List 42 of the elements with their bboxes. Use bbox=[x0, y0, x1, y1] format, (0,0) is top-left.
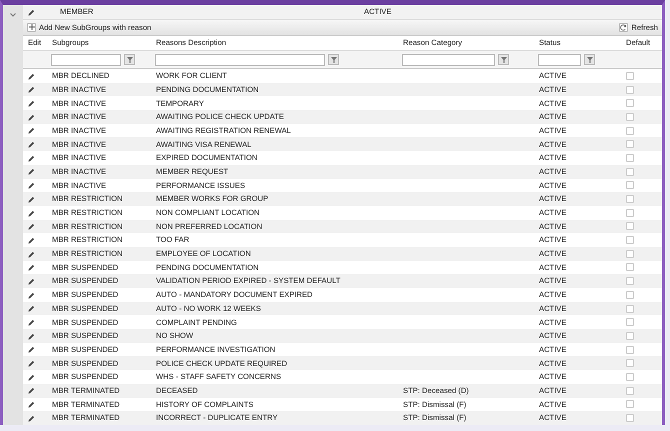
collapse-chevron-icon[interactable] bbox=[10, 13, 16, 17]
default-checkbox[interactable] bbox=[626, 168, 634, 176]
default-checkbox[interactable] bbox=[626, 195, 634, 204]
default-checkbox[interactable] bbox=[626, 222, 634, 230]
default-checkbox[interactable] bbox=[626, 414, 634, 422]
default-checkbox[interactable] bbox=[626, 277, 634, 286]
default-checkbox[interactable] bbox=[626, 290, 634, 299]
default-checkbox[interactable] bbox=[626, 372, 634, 381]
default-checkbox[interactable] bbox=[626, 346, 634, 354]
default-checkbox[interactable] bbox=[626, 181, 634, 190]
default-checkbox[interactable] bbox=[626, 154, 634, 162]
filter-button[interactable] bbox=[124, 54, 135, 65]
default-checkbox[interactable] bbox=[626, 250, 634, 258]
default-checkbox[interactable] bbox=[626, 332, 634, 340]
default-checkbox[interactable] bbox=[626, 112, 634, 121]
filter-field[interactable] bbox=[155, 54, 325, 66]
filter-field[interactable] bbox=[402, 54, 495, 66]
default-checkbox[interactable] bbox=[626, 400, 634, 408]
filter-field[interactable] bbox=[51, 54, 121, 66]
default-checkbox[interactable] bbox=[626, 126, 634, 135]
default-checkbox[interactable] bbox=[626, 386, 634, 395]
default-checkbox[interactable] bbox=[626, 263, 634, 272]
default-checkbox[interactable] bbox=[626, 208, 634, 217]
default-checkbox[interactable] bbox=[626, 304, 634, 313]
default-checkbox[interactable] bbox=[626, 236, 634, 244]
edit-pencil-icon[interactable] bbox=[28, 8, 35, 16]
default-checkbox[interactable] bbox=[626, 99, 634, 108]
plus-icon bbox=[28, 24, 34, 30]
filter-button[interactable] bbox=[584, 54, 595, 65]
default-checkbox[interactable] bbox=[626, 359, 634, 368]
default-checkbox[interactable] bbox=[626, 140, 634, 148]
filter-icon bbox=[330, 56, 336, 62]
filter-field[interactable] bbox=[538, 54, 581, 66]
filter-button[interactable] bbox=[498, 54, 509, 65]
default-checkbox[interactable] bbox=[626, 86, 634, 94]
default-checkbox[interactable] bbox=[626, 72, 634, 80]
filter-icon bbox=[586, 56, 592, 62]
default-checkbox[interactable] bbox=[626, 318, 634, 326]
filter-icon bbox=[126, 56, 132, 62]
refresh-icon bbox=[620, 24, 628, 31]
filter-icon bbox=[500, 56, 506, 62]
filter-button[interactable] bbox=[328, 54, 339, 65]
